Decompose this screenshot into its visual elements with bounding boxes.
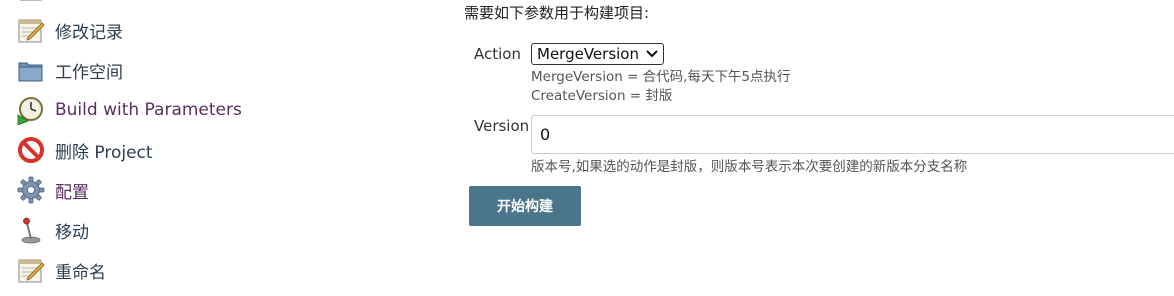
- sidebar-item-label: Build with Parameters: [55, 100, 242, 120]
- action-help-line: MergeVersion = 合代码,每天下午5点执行: [531, 69, 791, 85]
- joystick-icon: [16, 215, 46, 245]
- sidebar-item-move[interactable]: 移动: [16, 214, 89, 246]
- sidebar-item-label: 删除 Project: [55, 142, 153, 163]
- sidebar: 修改记录 工作空间 Build with Parameters 删除 Proje…: [0, 0, 300, 296]
- build-parameters-form: 需要如下参数用于构建项目: Action MergeVersion MergeV…: [464, 0, 1174, 296]
- version-help: 版本号,如果选的动作是封版，则版本号表示本次要创建的新版本分支名称: [531, 159, 968, 175]
- action-help-line: CreateVersion = 封版: [531, 88, 673, 104]
- sidebar-item-rename[interactable]: 重命名: [16, 254, 106, 286]
- form-intro: 需要如下参数用于构建项目:: [464, 4, 650, 22]
- notepad-icon: [16, 15, 46, 45]
- action-label: Action: [474, 45, 521, 63]
- notepad-icon: [16, 255, 46, 285]
- partial-icon: [18, 0, 46, 6]
- sidebar-item-label: 修改记录: [55, 22, 123, 43]
- chevron-down-icon: [646, 50, 658, 58]
- sidebar-item-delete-project[interactable]: 删除 Project: [16, 134, 153, 166]
- jenkins-build-page: 修改记录 工作空间 Build with Parameters 删除 Proje…: [0, 0, 1174, 296]
- sidebar-item-workspace[interactable]: 工作空间: [16, 54, 123, 86]
- start-build-button[interactable]: 开始构建: [469, 186, 581, 226]
- clock-play-icon: [16, 95, 46, 125]
- sidebar-item-build-with-parameters[interactable]: Build with Parameters: [16, 94, 242, 126]
- action-select-value: MergeVersion: [537, 45, 639, 63]
- sidebar-item-changes[interactable]: 修改记录: [16, 14, 123, 46]
- gear-icon: [16, 175, 46, 205]
- sidebar-item-label: 重命名: [55, 262, 106, 283]
- no-entry-icon: [16, 135, 46, 165]
- sidebar-item-label: 工作空间: [55, 62, 123, 83]
- sidebar-item-configure[interactable]: 配置: [16, 174, 89, 206]
- action-select[interactable]: MergeVersion: [531, 43, 664, 65]
- sidebar-item-label: 配置: [55, 182, 89, 203]
- version-input[interactable]: [531, 115, 1174, 154]
- version-label: Version: [474, 117, 530, 135]
- sidebar-item-label: 移动: [55, 222, 89, 243]
- folder-icon: [16, 55, 46, 85]
